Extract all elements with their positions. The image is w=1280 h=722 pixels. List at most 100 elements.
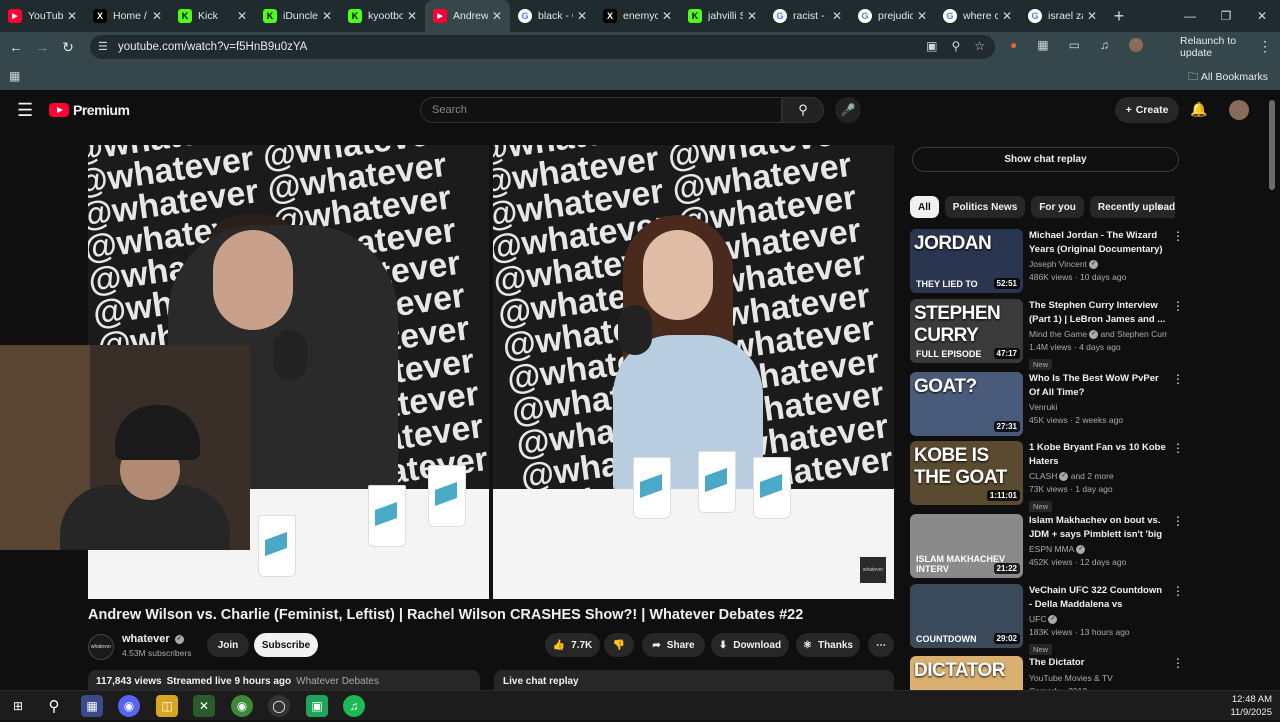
video-title[interactable]: VeChain UFC 322 Countdown - Della Maddal… [1029,584,1167,611]
back-icon[interactable]: ← [3,39,29,55]
video-thumbnail[interactable]: GOAT? 27:31 [910,372,1023,436]
account-avatar[interactable] [1229,100,1249,120]
youtube-premium-logo[interactable]: Premium [49,102,130,118]
restore-icon[interactable]: ❐ [1208,9,1244,23]
filter-chip[interactable]: Politics News [944,196,1026,218]
notifications-bell-icon[interactable]: 🔔 [1190,101,1207,118]
video-thumbnail[interactable]: ISLAM MAKHACHEV INTERV 21:22 [910,514,1023,578]
more-options-icon[interactable]: ⋮ [1172,584,1184,598]
video-title[interactable]: Who Is The Best WoW PvPer Of All Time? [1029,372,1167,399]
browser-tab[interactable]: ▶ YouTube ✕ [0,0,85,32]
video-thumbnail[interactable]: STEPHEN CURRY FULL EPISODE 47:17 [910,299,1023,363]
browser-tab[interactable]: KiDuncle ✕ [255,0,340,32]
close-tab-icon[interactable]: ✕ [152,9,162,23]
close-tab-icon[interactable]: ✕ [237,9,247,23]
subscribe-button[interactable]: Subscribe [254,633,318,657]
new-tab-icon[interactable]: + [1105,6,1133,27]
obs-icon[interactable]: ◯ [268,695,290,717]
channel-line[interactable]: YouTube Movies & TV [1029,672,1167,685]
forward-icon[interactable]: → [29,39,55,55]
terminal-icon[interactable]: ✕ [193,695,215,717]
close-tab-icon[interactable]: ✕ [407,9,417,23]
show-chat-replay-button[interactable]: Show chat replay [912,147,1179,172]
channel-line[interactable]: Mind the Game ✓ and Stephen Curry [1029,328,1167,341]
browser-tab[interactable]: Gprejudic ✕ [850,0,935,32]
channel-line[interactable]: Joseph Vincent ✓ [1029,258,1167,271]
brave-shield-icon[interactable]: ● [1010,38,1017,52]
browser-tab[interactable]: Gisrael za ✕ [1020,0,1105,32]
channel-line[interactable]: ESPN MMA ✓ [1029,543,1167,556]
cast-icon[interactable]: ▣ [926,39,937,53]
extensions-icon[interactable]: ▦ [1037,38,1048,52]
close-tab-icon[interactable]: ✕ [1002,9,1012,23]
chevron-right-icon[interactable]: › [1157,198,1162,214]
browser-tab[interactable]: Kjahvilli S ✕ [680,0,765,32]
download-button[interactable]: ⬇ Download [711,633,789,657]
browser-menu-icon[interactable]: ⋮ [1258,38,1272,55]
zoom-icon[interactable]: ⚲ [951,39,960,53]
channel-line[interactable]: Venruki [1029,401,1167,414]
more-actions-button[interactable]: ⋯ [868,633,894,657]
browser-tab[interactable]: ▶ Andrew ✕ [425,0,510,32]
recommended-video[interactable]: COUNTDOWN 29:02 VeChain UFC 322 Countdown … [910,584,1184,655]
share-button[interactable]: ➦ Share [642,633,705,657]
browser-tab[interactable]: Gwhere c ✕ [935,0,1020,32]
system-clock[interactable]: 12:48 AM 11/9/2025 [1230,693,1272,719]
create-button[interactable]: + Create [1115,97,1179,123]
minimize-icon[interactable]: — [1172,9,1208,23]
close-tab-icon[interactable]: ✕ [577,9,587,23]
browser-tab[interactable]: K Kick ✕ [170,0,255,32]
browser-tab[interactable]: Gblack - G ✕ [510,0,595,32]
live-chat-replay-header[interactable]: Live chat replay [494,670,894,692]
video-title[interactable]: 1 Kobe Bryant Fan vs 10 Kobe Haters [1029,441,1167,468]
close-tab-icon[interactable]: ✕ [747,9,757,23]
media-controls-icon[interactable]: ♫ [1100,38,1109,52]
video-thumbnail[interactable]: COUNTDOWN 29:02 [910,584,1023,648]
more-options-icon[interactable]: ⋮ [1172,372,1184,386]
channel-avatar[interactable]: whatever [88,634,114,660]
bookmark-star-icon[interactable]: ☆ [974,39,985,53]
reload-icon[interactable]: ↻ [55,39,81,56]
close-window-icon[interactable]: ✕ [1244,9,1280,23]
more-options-icon[interactable]: ⋮ [1172,229,1184,243]
recommended-video[interactable]: KOBE IS THE GOAT 1:11:01 1 Kobe Bryant Fan… [910,441,1184,512]
filter-chip[interactable]: All [910,196,939,218]
all-bookmarks-button[interactable]: 🗀 All Bookmarks [1188,69,1268,87]
recommended-video[interactable]: STEPHEN CURRY FULL EPISODE 47:17 The Stephe… [910,299,1184,370]
video-title[interactable]: The Stephen Curry Interview (Part 1) | L… [1029,299,1167,326]
video-title[interactable]: Islam Makhachev on bout vs. JDM + says P… [1029,514,1167,541]
more-options-icon[interactable]: ⋮ [1172,656,1184,670]
page-scrollbar[interactable] [1268,92,1276,690]
description-box[interactable]: 117,843 views Streamed live 9 hours ago … [88,670,480,692]
channel-line[interactable]: CLASH ✓ and 2 more [1029,470,1167,483]
scrollbar-thumb[interactable] [1269,100,1275,190]
browser-tab[interactable]: Kkyootbot ✕ [340,0,425,32]
profile-icon[interactable] [1128,38,1143,52]
url-field[interactable]: ☰ youtube.com/watch?v=f5HnB9u0zYA ▣ ⚲ ☆ [90,35,995,59]
taskbar-search-icon[interactable]: ⚲ [43,695,65,717]
game-launcher-icon[interactable]: ▣ [306,695,328,717]
app-icon[interactable]: ▦ [81,695,103,717]
browser-tab[interactable]: X Home / X ✕ [85,0,170,32]
close-tab-icon[interactable]: ✕ [322,9,332,23]
spotify-icon[interactable]: ♫ [343,695,365,717]
video-title[interactable]: The Dictator [1029,656,1167,670]
search-input[interactable]: Search [420,97,782,123]
playlist-link[interactable]: Whatever Debates [296,676,379,687]
apps-grid-icon[interactable]: ▦ [9,69,20,83]
close-tab-icon[interactable]: ✕ [492,9,502,23]
browser-tab[interactable]: Xenemyc ✕ [595,0,680,32]
more-options-icon[interactable]: ⋮ [1172,514,1184,528]
close-tab-icon[interactable]: ✕ [662,9,672,23]
thanks-button[interactable]: ⚛ Thanks [796,633,860,657]
browser-tab[interactable]: Gracist - G ✕ [765,0,850,32]
chrome-icon[interactable]: ◉ [231,695,253,717]
join-button[interactable]: Join [207,633,249,657]
dislike-button[interactable]: 👎 [604,633,634,657]
close-tab-icon[interactable]: ✕ [67,9,77,23]
filter-chip[interactable]: For you [1031,196,1084,218]
video-title[interactable]: Michael Jordan - The Wizard Years (Origi… [1029,229,1167,256]
windows-start-icon[interactable]: ⊞ [7,695,29,717]
channel-name[interactable]: whatever ✓ [122,633,184,645]
search-button[interactable]: ⚲ [782,97,824,123]
